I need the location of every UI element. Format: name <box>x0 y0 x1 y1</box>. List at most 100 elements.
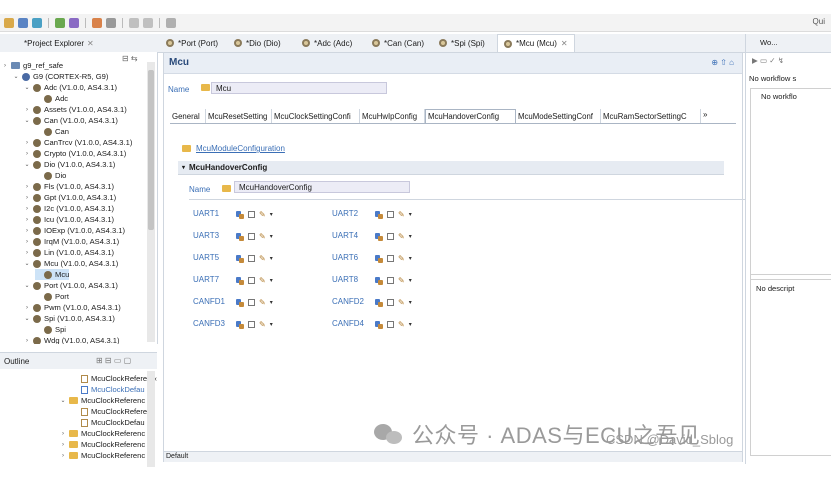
expand-icon[interactable]: › <box>24 195 30 201</box>
expand-icon[interactable]: › <box>24 239 30 245</box>
outline-item[interactable]: › McuClockReferenc <box>60 439 145 450</box>
dropdown-caret-icon[interactable]: ▾ <box>409 277 412 284</box>
expand-icon[interactable]: › <box>60 442 66 448</box>
config-tab[interactable]: McuModeSettingConf <box>516 109 601 123</box>
reference-checkbox[interactable] <box>387 321 394 328</box>
close-icon[interactable]: ✕ <box>561 39 568 48</box>
section-collapse-icon[interactable]: ▾ <box>182 164 185 171</box>
reference-checkbox[interactable] <box>387 233 394 240</box>
editor-tab[interactable]: *Spi (Spi) <box>433 34 491 52</box>
expand-icon[interactable]: › <box>24 338 30 344</box>
tree-item[interactable]: › I2c (V1.0.0, AS4.3.1) <box>24 203 114 214</box>
settings-icon[interactable] <box>106 17 116 28</box>
dropdown-caret-icon[interactable]: ▾ <box>409 211 412 218</box>
outline-item[interactable]: McuClockDefau <box>72 384 145 395</box>
name-field[interactable]: Mcu <box>211 82 387 94</box>
outline-item[interactable]: McuClockReferenc <box>72 406 155 417</box>
outline-toolbar-icon[interactable]: ⊞ ⊟ ▭ ▢ <box>96 356 131 365</box>
collapse-all-icon[interactable]: ⊟ ⇆ <box>122 54 138 63</box>
outline-item[interactable]: › McuClockReferenc <box>60 428 145 439</box>
tree-item[interactable]: › CanTrcv (V1.0.0, AS4.3.1) <box>24 137 132 148</box>
expand-icon[interactable]: ⌄ <box>24 161 30 168</box>
build-icon[interactable] <box>55 17 65 28</box>
tree-item[interactable]: › Pwm (V1.0.0, AS4.3.1) <box>24 302 121 313</box>
config-tab[interactable]: McuRamSectorSettingC <box>601 109 701 123</box>
editor-tab[interactable]: *Dio (Dio) <box>228 34 287 52</box>
tree-item[interactable]: ⌄ Adc (V1.0.0, AS4.3.1) <box>24 82 117 93</box>
tree-item[interactable]: › Lin (V1.0.0, AS4.3.1) <box>24 247 114 258</box>
reference-icon[interactable] <box>236 298 244 307</box>
dropdown-caret-icon[interactable]: ▾ <box>270 299 273 306</box>
search-icon[interactable] <box>166 17 176 28</box>
edit-pencil-icon[interactable]: ✎ <box>259 232 266 241</box>
editor-tab[interactable]: *Mcu (Mcu) ✕ <box>497 34 575 52</box>
tree-item[interactable]: ⌄ G9 (CORTEX-R5, G9) <box>13 71 108 82</box>
reference-icon[interactable] <box>236 254 244 263</box>
outline-item[interactable]: › McuClockReferenc <box>60 450 145 461</box>
tree-item[interactable]: Dio <box>35 170 66 181</box>
expand-icon[interactable]: ⌄ <box>24 117 30 124</box>
dropdown-caret-icon[interactable]: ▾ <box>409 233 412 240</box>
reference-checkbox[interactable] <box>248 233 255 240</box>
editor-tab[interactable]: *Port (Port) <box>160 34 224 52</box>
reference-icon[interactable] <box>375 254 383 263</box>
header-actions-icon[interactable]: ⊕ ⇧ ⌂ <box>711 58 734 67</box>
tree-item[interactable]: › Wdg (V1.0.0, AS4.3.1) <box>24 335 120 344</box>
dropdown-caret-icon[interactable]: ▾ <box>409 255 412 262</box>
reference-icon[interactable] <box>236 210 244 219</box>
outline-item[interactable]: McuClockReferen ‹ <box>72 373 157 384</box>
module-config-link[interactable]: McuModuleConfiguration <box>196 144 285 153</box>
expand-icon[interactable]: › <box>60 453 66 459</box>
reference-checkbox[interactable] <box>248 211 255 218</box>
expand-icon[interactable]: ⌄ <box>24 84 30 91</box>
tree-item[interactable]: › Icu (V1.0.0, AS4.3.1) <box>24 214 114 225</box>
reference-icon[interactable] <box>375 276 383 285</box>
validate-icon[interactable] <box>92 17 102 28</box>
config-tab[interactable]: General <box>170 109 206 123</box>
reference-icon[interactable] <box>236 232 244 241</box>
reference-checkbox[interactable] <box>248 277 255 284</box>
expand-icon[interactable]: › <box>24 305 30 311</box>
tree-item[interactable]: › g9_ref_safe <box>2 60 63 71</box>
reference-checkbox[interactable] <box>248 255 255 262</box>
config-tab[interactable]: McuHandoverConfig <box>425 109 516 123</box>
dropdown-caret-icon[interactable]: ▾ <box>270 233 273 240</box>
reference-checkbox[interactable] <box>387 277 394 284</box>
expand-icon[interactable]: ⌄ <box>24 282 30 289</box>
workflow-toolbar-icon[interactable]: ▶ ▭ ✓ ↯ <box>752 56 784 65</box>
save-icon[interactable] <box>18 17 28 28</box>
outline-item[interactable]: ⌄ McuClockReferenc <box>60 395 145 406</box>
quick-access-label[interactable]: Qui <box>813 17 825 26</box>
edit-pencil-icon[interactable]: ✎ <box>259 298 266 307</box>
generate-icon[interactable] <box>69 17 79 28</box>
tree-item[interactable]: Spi <box>35 324 66 335</box>
tree-item[interactable]: ⌄ Port (V1.0.0, AS4.3.1) <box>24 280 117 291</box>
workflow-item[interactable]: No workflo <box>761 92 797 101</box>
expand-icon[interactable]: › <box>24 184 30 190</box>
editor-tab[interactable]: *Can (Can) <box>366 34 430 52</box>
default-tab[interactable]: Default <box>166 453 188 460</box>
expand-icon[interactable]: ⌄ <box>60 397 66 404</box>
dropdown-caret-icon[interactable]: ▾ <box>409 299 412 306</box>
reference-checkbox[interactable] <box>248 321 255 328</box>
workflow-title[interactable]: Wo... <box>760 38 778 47</box>
tree-item[interactable]: ⌄ Mcu (V1.0.0, AS4.3.1) <box>24 258 118 269</box>
expand-icon[interactable]: › <box>24 140 30 146</box>
refresh-icon[interactable] <box>32 17 42 28</box>
dropdown-caret-icon[interactable]: ▾ <box>270 255 273 262</box>
dropdown-caret-icon[interactable]: ▾ <box>409 321 412 328</box>
expand-icon[interactable]: › <box>24 107 30 113</box>
reference-icon[interactable] <box>375 320 383 329</box>
tree-item[interactable]: Can <box>35 126 69 137</box>
edit-pencil-icon[interactable]: ✎ <box>259 254 266 263</box>
reference-icon[interactable] <box>375 298 383 307</box>
config-tab[interactable]: McuResetSetting <box>206 109 272 123</box>
edit-pencil-icon[interactable]: ✎ <box>259 210 266 219</box>
reference-checkbox[interactable] <box>387 299 394 306</box>
outline-scrollbar[interactable] <box>147 371 155 467</box>
dropdown-caret-icon[interactable]: ▾ <box>270 321 273 328</box>
expand-icon[interactable]: ⌄ <box>24 315 30 322</box>
back-icon[interactable] <box>129 17 139 28</box>
tree-item[interactable]: ⌄ Dio (V1.0.0, AS4.3.1) <box>24 159 115 170</box>
edit-pencil-icon[interactable]: ✎ <box>398 210 405 219</box>
